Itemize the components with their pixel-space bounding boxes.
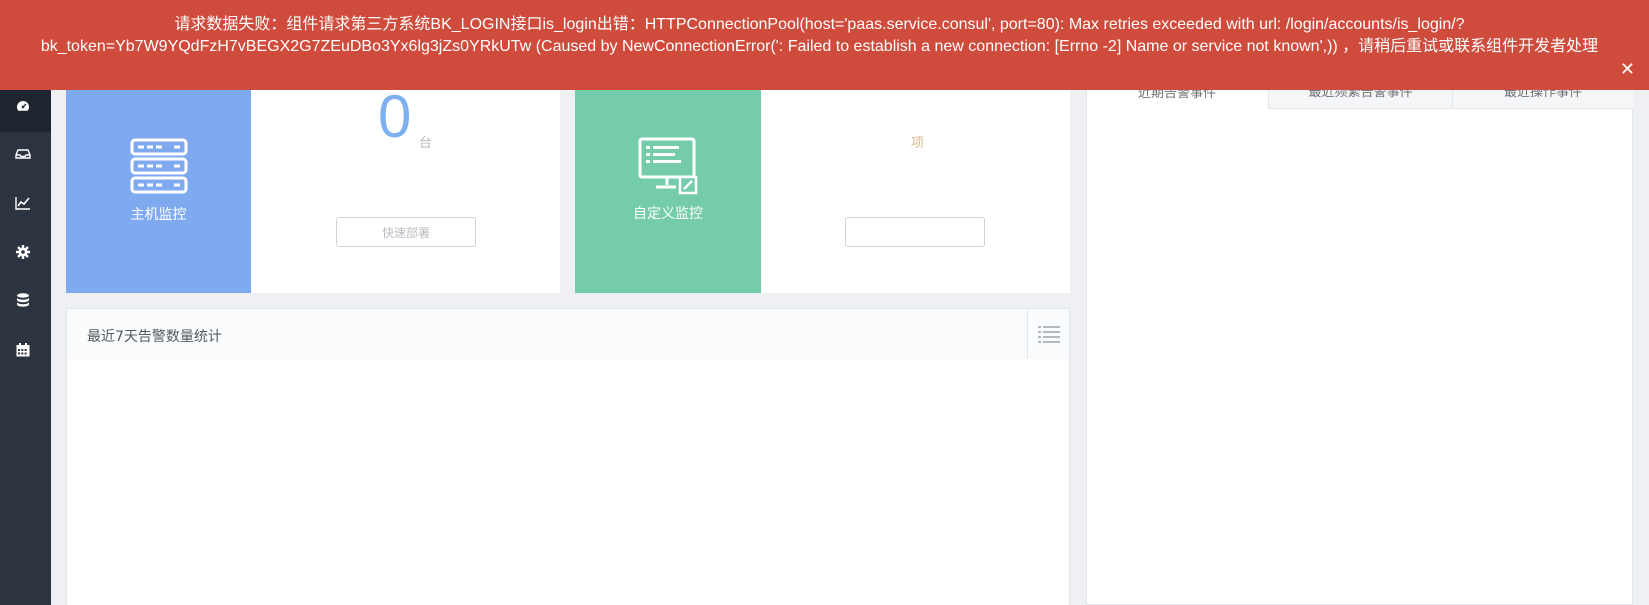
host-monitor-tile[interactable]: 主机监控 [66, 86, 251, 293]
alert-stats-chart-area [66, 359, 1070, 605]
custom-monitor-card: 自定义监控 项 [575, 86, 1070, 293]
sidebar-nav [0, 0, 51, 605]
events-panel [1086, 80, 1633, 605]
gear-icon[interactable] [13, 242, 33, 262]
custom-monitor-tile[interactable]: 自定义监控 [575, 86, 761, 293]
monitor-edit-icon [638, 137, 698, 195]
calendar-icon[interactable] [13, 340, 33, 360]
error-banner: 请求数据失败：组件请求第三方系统BK_LOGIN接口is_login出错：HTT… [0, 0, 1649, 90]
server-icon [130, 138, 187, 194]
inbox-icon[interactable] [13, 144, 33, 164]
custom-action-button[interactable] [845, 217, 985, 247]
custom-count-unit: 项 [911, 136, 925, 151]
custom-monitor-label: 自定义监控 [633, 206, 703, 222]
dashboard-icon[interactable] [13, 96, 33, 116]
host-count-unit: 台 [419, 136, 433, 151]
list-menu-icon[interactable] [1027, 309, 1069, 359]
host-monitor-label: 主机监控 [130, 207, 187, 223]
database-icon[interactable] [13, 290, 33, 310]
close-icon[interactable]: ✕ [1620, 58, 1635, 80]
host-count: 0 [378, 83, 412, 150]
alert-stats-title: 最近7天告警数量统计 [87, 329, 222, 345]
alert-stats-header: 最近7天告警数量统计 [66, 308, 1070, 360]
line-chart-icon[interactable] [13, 193, 33, 213]
error-message: 请求数据失败：组件请求第三方系统BK_LOGIN接口is_login出错：HTT… [40, 16, 1599, 55]
host-monitor-card: 主机监控 0 台 快速部署 [66, 83, 560, 293]
quick-deploy-button[interactable]: 快速部署 [336, 217, 476, 247]
